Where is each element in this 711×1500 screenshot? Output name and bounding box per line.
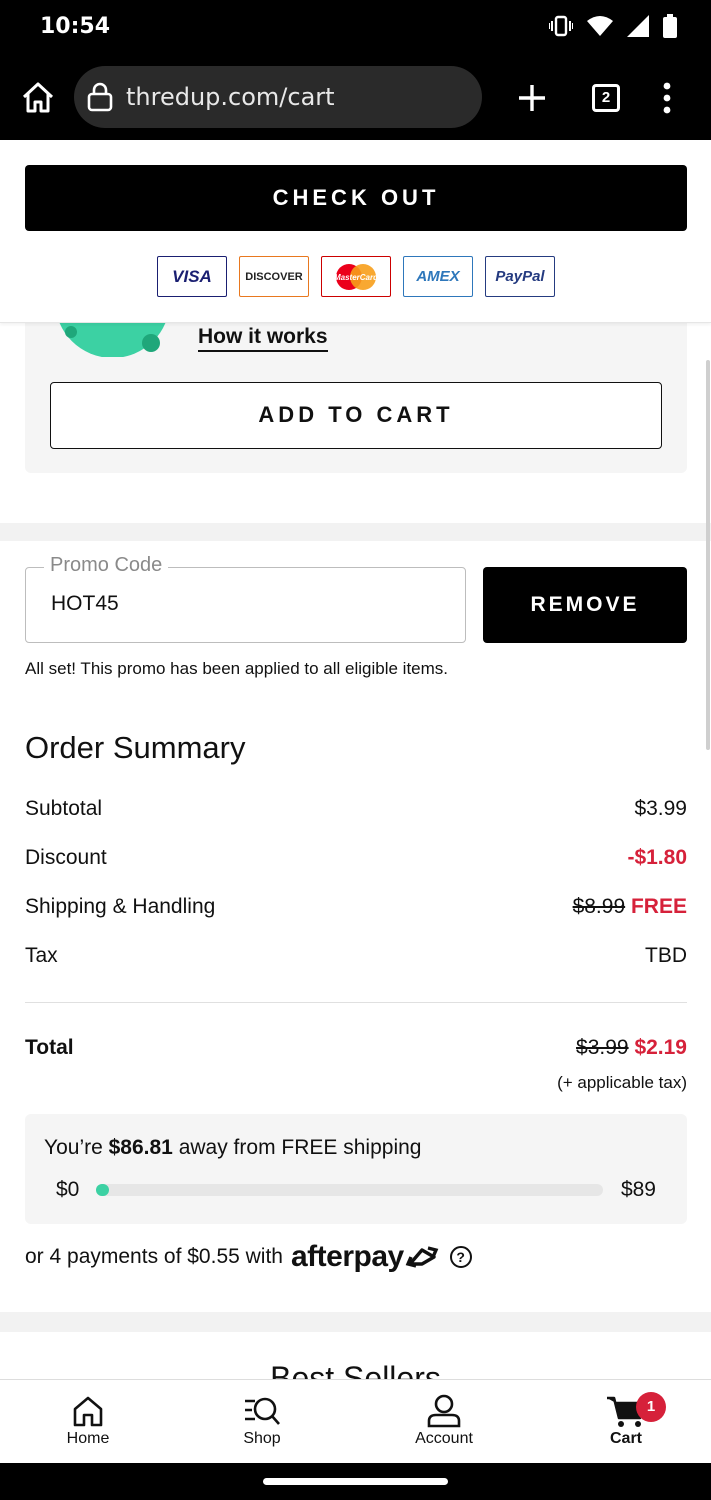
promo-code-label: Promo Code (44, 554, 169, 577)
paypal-icon: PayPal (485, 256, 555, 297)
total-label: Total (25, 1036, 74, 1059)
nav-home[interactable]: Home (28, 1390, 148, 1448)
afterpay-logo: afterpay (290, 1240, 404, 1273)
bottom-navigation: Home Shop Account Cart 1 (0, 1379, 711, 1463)
total-original-price: $3.99 (576, 1036, 629, 1059)
section-divider-2 (0, 1312, 711, 1332)
subtotal-value: $3.99 (634, 797, 687, 820)
discover-card-icon: DISCOVER (239, 256, 309, 297)
sticky-checkout-bar: CHECK OUT VISA DISCOVER MasterCard AMEX … (0, 140, 711, 323)
page-scrollbar[interactable] (706, 360, 710, 750)
url-text: thredup.com/cart (126, 83, 335, 111)
tab-switcher-button[interactable]: 2 (592, 84, 620, 112)
how-it-works-link[interactable]: How it works (198, 325, 328, 352)
best-sellers-heading: Best Sellers (270, 1362, 441, 1380)
lock-icon (87, 82, 113, 112)
nav-account[interactable]: Account (384, 1390, 504, 1448)
checkout-button[interactable]: CHECK OUT (25, 165, 687, 231)
section-divider (0, 523, 711, 541)
order-summary-title: Order Summary (25, 730, 246, 765)
mastercard-label: MasterCard (334, 273, 379, 282)
account-icon (427, 1394, 461, 1428)
discount-row: Discount -$1.80 (25, 846, 687, 870)
shipping-row: Shipping & Handling $8.99 FREE (25, 895, 687, 919)
cart-count-badge: 1 (636, 1392, 666, 1422)
free-shipping-message: You’re $86.81 away from FREE shipping (44, 1136, 422, 1159)
total-value: $2.19 (634, 1036, 687, 1059)
status-icons (549, 14, 677, 38)
subtotal-label: Subtotal (25, 797, 103, 820)
promo-applied-message: All set! This promo has been applied to … (25, 659, 449, 678)
shipping-free-value: FREE (630, 895, 687, 918)
nav-cart-label: Cart (609, 1430, 642, 1447)
mastercard-icon: MasterCard (321, 256, 391, 297)
nav-cart[interactable]: Cart 1 (566, 1390, 686, 1448)
free-shipping-progress-fill (96, 1184, 109, 1196)
shipping-original-price: $8.99 (572, 895, 626, 918)
tax-label: Tax (25, 944, 58, 967)
signal-icon (627, 15, 649, 37)
tax-value: TBD (645, 944, 687, 967)
afterpay-text: or 4 payments of $0.55 with (25, 1245, 283, 1268)
home-icon[interactable] (18, 78, 58, 118)
afterpay-help-icon[interactable]: ? (449, 1246, 472, 1268)
gesture-bar (0, 1463, 711, 1500)
tax-note: (+ applicable tax) (557, 1073, 687, 1092)
afterpay-row: or 4 payments of $0.55 with afterpay ? (25, 1240, 472, 1274)
nav-home-label: Home (66, 1430, 110, 1447)
progress-min-label: $0 (56, 1178, 80, 1201)
url-bar[interactable]: thredup.com/cart (74, 66, 482, 128)
more-menu-icon[interactable] (660, 82, 674, 114)
home-nav-icon (73, 1396, 103, 1427)
status-bar: 10:54 (0, 0, 711, 56)
wifi-icon (587, 16, 613, 36)
free-shipping-progress-bar (96, 1184, 603, 1196)
total-row: Total $3.99 $2.19 (25, 1036, 687, 1060)
subtotal-row: Subtotal $3.99 (25, 797, 687, 821)
thredup-clean-out-panel: How it works ADD TO CART (25, 323, 687, 473)
add-to-cart-button[interactable]: ADD TO CART (50, 382, 662, 449)
progress-max-label: $89 (620, 1178, 656, 1201)
nav-account-label: Account (415, 1430, 473, 1447)
tax-row: Tax TBD (25, 944, 687, 968)
nav-shop-label: Shop (243, 1430, 281, 1447)
browser-toolbar: thredup.com/cart 2 (0, 56, 711, 140)
free-shipping-amount: $86.81 (108, 1136, 173, 1159)
free-shipping-box: You’re $86.81 away from FREE shipping $0… (25, 1114, 687, 1224)
discount-value: -$1.80 (627, 846, 687, 869)
battery-icon (663, 14, 677, 38)
nav-shop[interactable]: Shop (202, 1390, 322, 1448)
remove-promo-button[interactable]: REMOVE (483, 567, 687, 643)
home-indicator[interactable] (263, 1478, 448, 1485)
shipping-label: Shipping & Handling (25, 895, 216, 918)
status-time: 10:54 (40, 14, 111, 39)
new-tab-icon[interactable] (514, 80, 550, 116)
discount-label: Discount (25, 846, 107, 869)
summary-divider (25, 1002, 687, 1003)
visa-card-icon: VISA (157, 256, 227, 297)
afterpay-arrows-icon (405, 1246, 439, 1268)
clean-out-badge-image (55, 323, 170, 357)
shop-search-icon (245, 1397, 280, 1425)
promo-code-field[interactable]: Promo Code HOT45 (25, 554, 466, 643)
amex-card-icon: AMEX (403, 256, 473, 297)
payment-methods: VISA DISCOVER MasterCard AMEX PayPal (157, 256, 555, 297)
promo-code-value: HOT45 (51, 592, 119, 615)
vibrate-icon (549, 15, 573, 37)
